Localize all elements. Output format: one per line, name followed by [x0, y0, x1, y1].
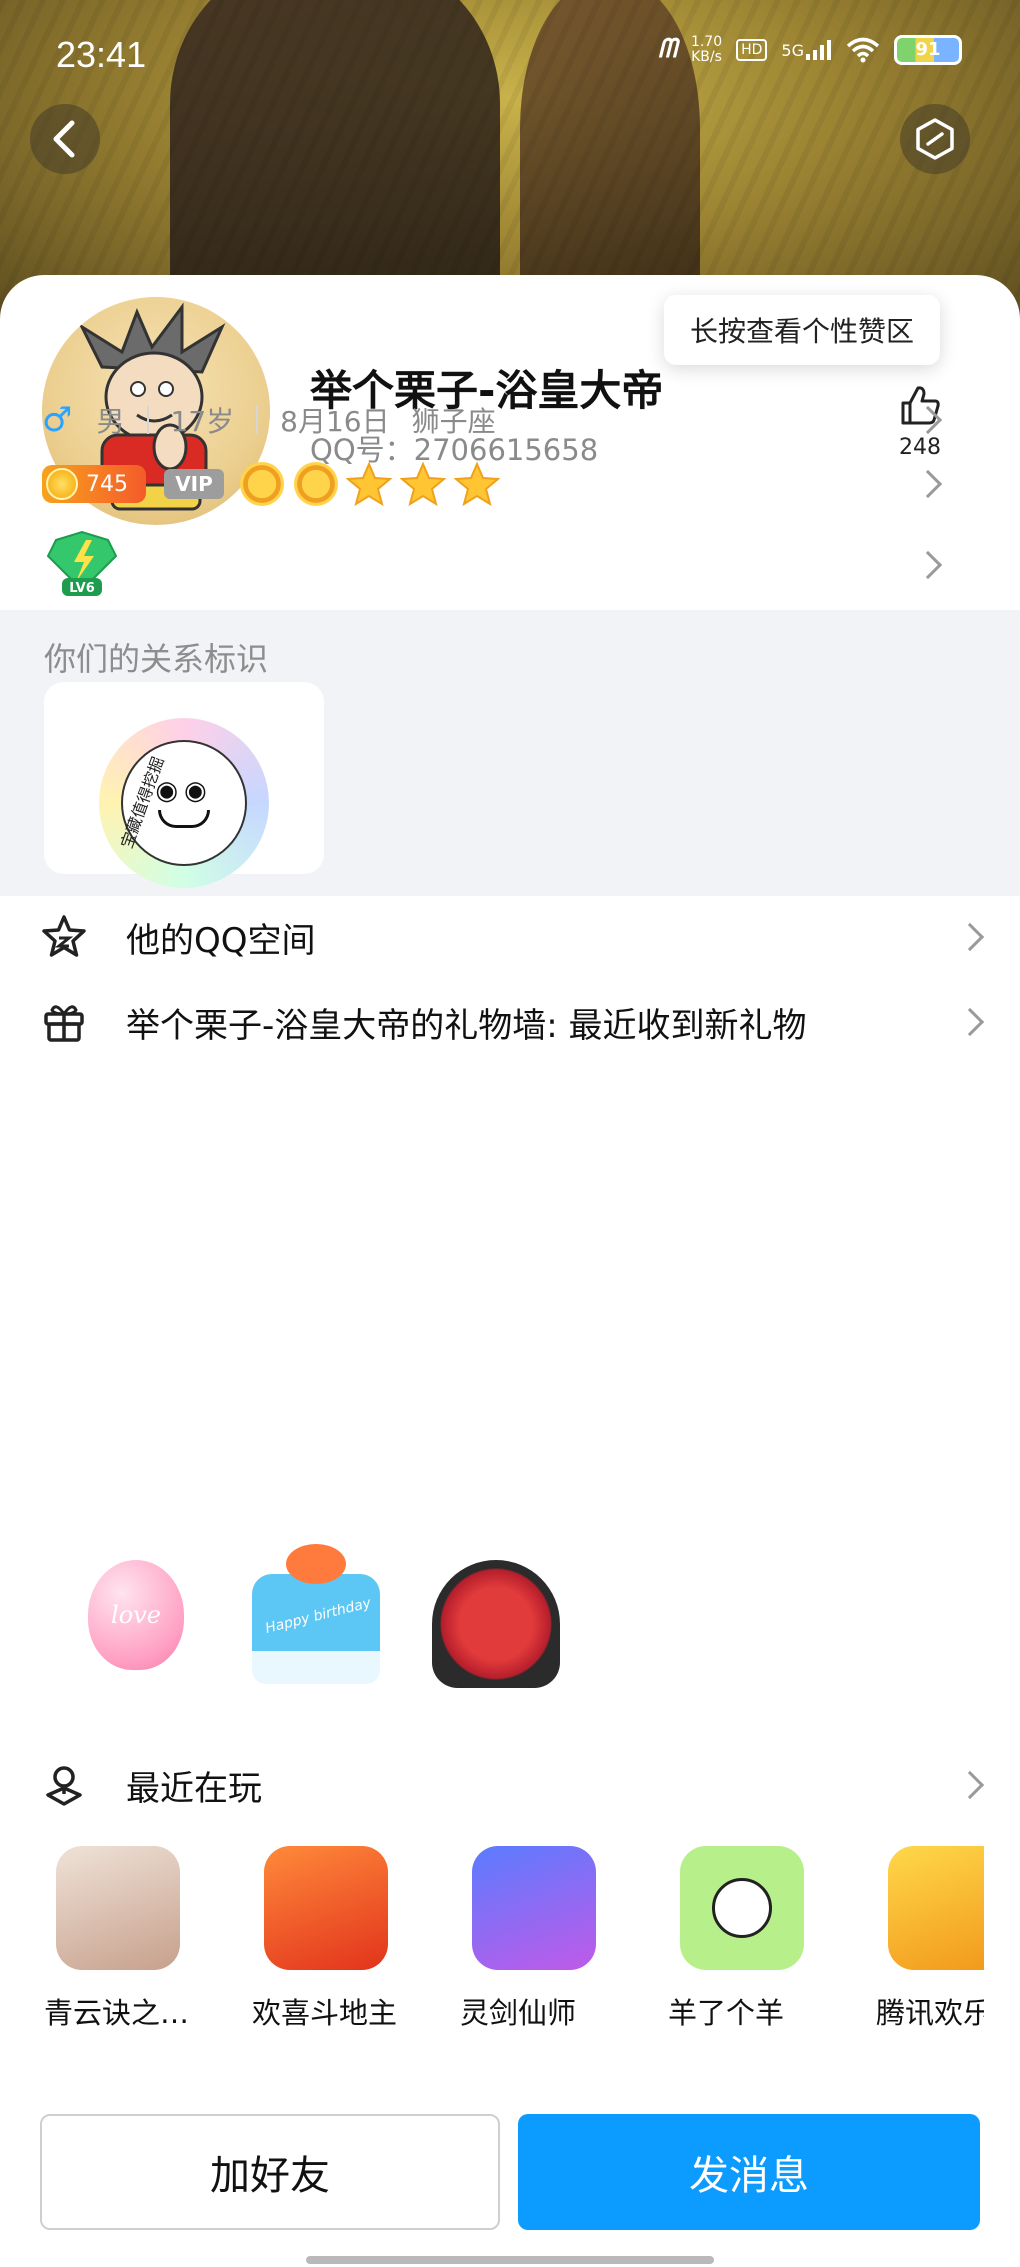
status-icons: ᗰ 1.70 KB/s HD 5G 91	[658, 34, 962, 65]
relationship-tag-badge: ◉◉ 宝藏值得挖掘	[99, 718, 269, 888]
add-friend-button[interactable]: 加好友	[40, 2114, 500, 2230]
level-badge: 745	[42, 465, 146, 503]
gift-wall-row[interactable]: 举个栗子-浴皇大帝的礼物墙: 最近收到新礼物	[0, 977, 1020, 1067]
recent-games-list: 青云诀之… 欢喜斗地主 灵剑仙师 羊了个羊 腾讯欢乐	[44, 1846, 996, 2032]
star-outline-icon	[42, 915, 86, 957]
qzone-label: 他的QQ空间	[126, 920, 316, 961]
send-message-button[interactable]: 发消息	[518, 2114, 980, 2230]
relationship-section: 你们的关系标识 ◉◉ 宝藏值得挖掘	[0, 610, 1020, 896]
zodiac: 狮子座	[411, 405, 496, 438]
hd-icon: HD	[736, 38, 768, 61]
basic-info: ♂ 男 17岁 8月16日 狮子座	[42, 400, 496, 440]
home-indicator[interactable]	[306, 2256, 714, 2264]
vip-badge: VIP	[164, 469, 224, 499]
gift-wall-label: 举个栗子-浴皇大帝的礼物墙: 最近收到新礼物	[126, 1005, 807, 1046]
game-item[interactable]: 灵剑仙师	[460, 1846, 610, 2032]
chevron-right-icon	[913, 550, 943, 580]
badge-row[interactable]: LV6	[42, 530, 978, 600]
wifi-icon	[846, 37, 880, 62]
signal-type: 5G	[781, 40, 804, 60]
back-button[interactable]	[30, 104, 100, 174]
crab-decoration	[286, 1544, 346, 1584]
sun-level-icon	[294, 462, 338, 506]
relationship-tag-card[interactable]: ◉◉ 宝藏值得挖掘	[44, 682, 324, 888]
gender: 男	[96, 405, 125, 438]
basic-info-row[interactable]: ♂ 男 17岁 8月16日 狮子座	[42, 390, 978, 450]
recent-play-label: 最近在玩	[126, 1768, 262, 1809]
sheep-icon	[712, 1878, 772, 1938]
signal-icon: 5G	[781, 39, 832, 60]
gift-list: love Happy birthday	[72, 1544, 560, 1688]
gift-item-cake[interactable]: Happy birthday	[252, 1544, 380, 1688]
net-speed-unit: KB/s	[691, 48, 722, 65]
level-row[interactable]: 745 VIP	[42, 454, 978, 514]
status-bar: 23:41 ᗰ 1.70 KB/s HD 5G 91	[0, 0, 1020, 110]
coin-icon	[46, 468, 78, 500]
game-label: 腾讯欢乐	[876, 1996, 984, 2030]
level-number: 745	[86, 471, 128, 497]
game-label: 青云诀之…	[44, 1996, 190, 2030]
gift-icon	[44, 1005, 84, 1042]
lv-badge-text: LV6	[69, 581, 95, 596]
chevron-right-icon	[913, 405, 943, 435]
star-level-icon	[400, 461, 446, 507]
game-icon	[888, 1846, 984, 1970]
chevron-left-icon	[53, 120, 75, 158]
game-label: 欢喜斗地主	[252, 1996, 398, 2030]
status-time: 23:41	[56, 34, 147, 75]
recent-play-row[interactable]: 最近在玩	[0, 1740, 1020, 1830]
bottom-action-bar: 加好友 发消息	[0, 2100, 1020, 2267]
game-icon	[56, 1846, 180, 1970]
smiley-eyes: ◉◉	[155, 776, 213, 806]
divider	[146, 406, 149, 434]
rose-bouquet-icon	[432, 1560, 560, 1688]
gift-item-roses[interactable]	[432, 1560, 560, 1688]
like-tooltip: 长按查看个性赞区	[664, 295, 940, 365]
gift-item-balloon[interactable]: love	[72, 1560, 200, 1688]
relationship-title: 你们的关系标识	[44, 640, 269, 678]
battery-icon: 91	[894, 34, 962, 65]
game-item[interactable]: 青云诀之…	[44, 1846, 194, 2032]
net-speed-value: 1.70	[690, 33, 723, 50]
balloon-icon: love	[88, 1560, 184, 1670]
game-item[interactable]: 腾讯欢乐	[876, 1846, 996, 2032]
game-icon	[680, 1846, 804, 1970]
star-level-icon	[346, 461, 392, 507]
battery-level: 91	[915, 39, 941, 60]
game-item[interactable]: 羊了个羊	[668, 1846, 818, 2032]
chevron-right-icon	[913, 469, 943, 499]
hexagon-menu-icon	[916, 118, 954, 160]
birthday: 8月16日	[280, 405, 390, 438]
game-icon	[472, 1846, 596, 1970]
male-icon: ♂	[42, 400, 73, 440]
divider	[256, 406, 259, 434]
more-button[interactable]	[900, 104, 970, 174]
location-pin-icon	[46, 1766, 82, 1806]
signal-bars-icon	[806, 39, 831, 60]
carrier-icon: ᗰ	[658, 34, 677, 64]
qzone-row[interactable]: 他的QQ空间	[0, 892, 1020, 982]
game-item[interactable]: 欢喜斗地主	[252, 1846, 402, 2032]
game-icon	[264, 1846, 388, 1970]
smiley-mouth	[158, 810, 210, 828]
diamond-lv-icon: LV6	[46, 530, 118, 596]
cake-text: Happy birthday	[263, 1595, 373, 1637]
birthday-cake-icon: Happy birthday	[252, 1544, 380, 1684]
sun-level-icon	[240, 462, 284, 506]
chevron-right-icon	[955, 1770, 985, 1800]
age: 17岁	[170, 405, 235, 438]
game-label: 灵剑仙师	[460, 1996, 577, 2030]
net-speed: 1.70 KB/s	[690, 33, 723, 65]
game-label: 羊了个羊	[668, 1996, 785, 2030]
chevron-right-icon	[955, 1007, 985, 1037]
chevron-right-icon	[955, 922, 985, 952]
star-level-icon	[454, 461, 500, 507]
